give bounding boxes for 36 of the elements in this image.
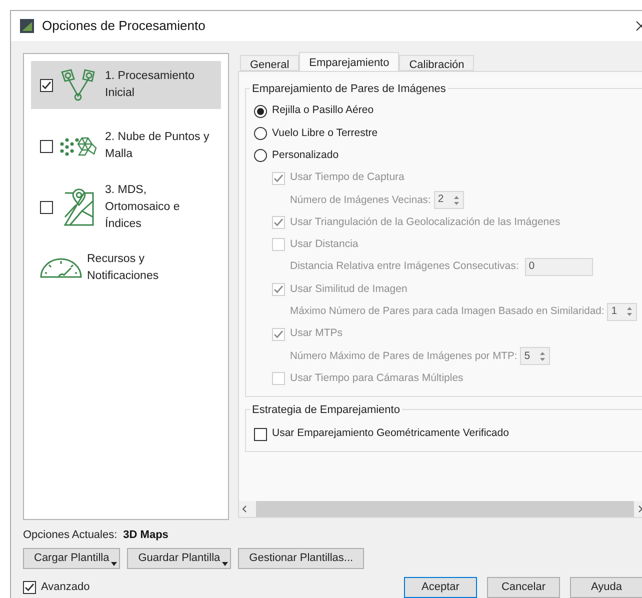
spin-value: 5: [524, 348, 530, 364]
checkbox-label: Usar Similitud de Imagen: [290, 282, 408, 297]
current-options-value: 3D Maps: [123, 528, 168, 543]
dialog-button[interactable]: Cancelar: [487, 577, 560, 598]
tab[interactable]: Emparejamiento: [299, 52, 400, 71]
field-label: Número Máximo de Pares de Imágenes por MTP:: [290, 350, 518, 364]
tab[interactable]: Calibración: [399, 55, 474, 71]
window-title: Opciones de Procesamiento: [42, 17, 206, 36]
radio-label: Personalizado: [272, 148, 339, 163]
step-label: Recursos y Notificaciones: [87, 252, 160, 284]
step-label: 3. MDS, Ortomosaico e Índices: [105, 182, 181, 232]
checkbox-label: Usar Tiempo para Cámaras Múltiples: [290, 370, 464, 386]
checkbox-label: Usar MTPs: [290, 326, 342, 342]
group-title: Emparejamiento de Pares de Imágenes: [250, 81, 448, 98]
step-label: 1. Procesamiento Inicial: [105, 69, 196, 101]
field-label: Distancia Relativa entre Imágenes Consecutivas:: [290, 259, 519, 274]
checkbox-label: Avanzado: [41, 580, 90, 596]
dialog-button[interactable]: Ayuda: [570, 577, 642, 598]
template-button[interactable]: Guardar Plantilla: [127, 548, 232, 569]
step-item[interactable]: 1. Procesamiento Inicial: [31, 61, 221, 109]
current-options-label: Opciones Actuales:: [23, 528, 118, 543]
checkbox-label: Usar Distancia: [290, 237, 358, 252]
radio-label: Rejilla o Pasillo Aéreo: [272, 103, 374, 118]
spin-value: 1: [611, 304, 618, 319]
radio-label: Vuelo Libre o Terrestre: [272, 126, 378, 141]
template-button[interactable]: Cargar Plantilla: [23, 548, 120, 569]
spin-value: 2: [438, 192, 444, 208]
step-label: 2. Nube de Puntos y Malla: [105, 130, 210, 162]
template-button[interactable]: Gestionar Plantillas...: [238, 548, 364, 569]
tab[interactable]: General: [240, 55, 300, 71]
checkbox-label: Usar Tiempo de Captura: [290, 170, 404, 186]
field-label: Número de Imágenes Vecinas:: [290, 194, 431, 208]
field-label: Máximo Número de Pares para cada Imagen Basado en Similaridad:: [290, 305, 604, 320]
checkbox-label: Usar Emparejamiento Geométricamente Verificado: [272, 426, 509, 442]
dialog-button[interactable]: Aceptar: [404, 577, 477, 598]
checkbox-label: Usar Triangulación de la Geolocalización de las Imágenes: [290, 214, 560, 230]
